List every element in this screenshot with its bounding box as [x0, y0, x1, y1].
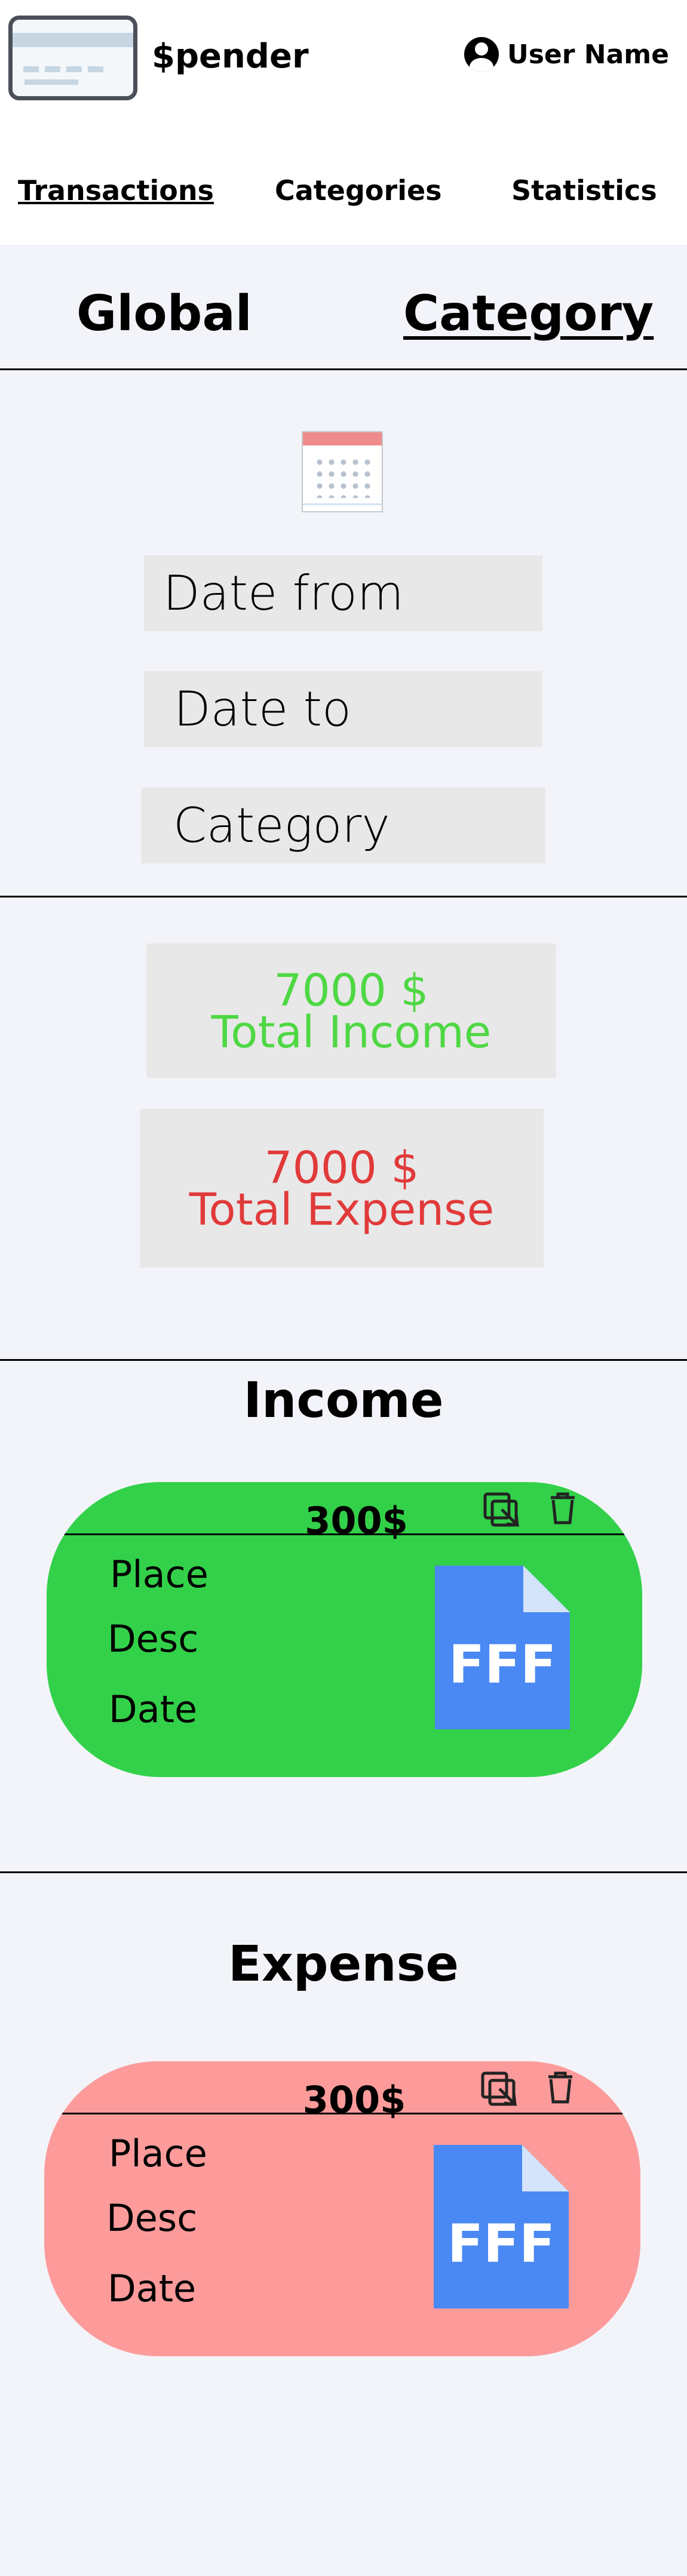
total-income-amount: 7000 $	[274, 965, 429, 1016]
divider	[0, 896, 687, 897]
file-icon-label: FFF	[447, 2213, 555, 2274]
income-title: Income	[243, 1372, 444, 1429]
income-card[interactable]: 300$ Place Desc Date FFF	[47, 1482, 642, 1777]
copy-icon[interactable]	[480, 2071, 519, 2108]
file-icon[interactable]: FFF	[435, 1566, 570, 1729]
total-expense-box: 7000 $ Total Expense	[140, 1109, 544, 1268]
card-divider	[50, 2113, 634, 2114]
total-income-box: 7000 $ Total Income	[146, 943, 556, 1078]
expense-card-date: Date	[108, 2267, 197, 2310]
tab-category[interactable]: Category	[403, 285, 654, 342]
total-income-label: Total Income	[211, 1007, 492, 1058]
income-card-date: Date	[109, 1687, 198, 1731]
trash-icon[interactable]	[548, 1492, 577, 1525]
file-icon[interactable]: FFF	[434, 2145, 569, 2308]
income-card-desc: Desc	[108, 1617, 199, 1661]
user-name: User Name	[507, 39, 669, 70]
app-logo-card-icon[interactable]	[8, 16, 137, 100]
tab-global[interactable]: Global	[76, 285, 252, 342]
expense-card-place: Place	[109, 2132, 207, 2175]
category-field[interactable]: Category	[141, 788, 545, 863]
nav-categories[interactable]: Categories	[275, 174, 442, 207]
nav-statistics[interactable]: Statistics	[511, 174, 657, 207]
app-header: $pender User Name Transactions Categorie…	[0, 0, 687, 245]
date-to-field[interactable]: Date to	[144, 671, 542, 747]
total-expense-label: Total Expense	[189, 1184, 495, 1235]
divider	[0, 1359, 687, 1361]
user-avatar-icon	[464, 37, 499, 72]
expense-card-desc: Desc	[106, 2196, 198, 2240]
divider	[0, 368, 687, 370]
card-divider	[53, 1533, 636, 1535]
divider	[0, 1871, 687, 1873]
trash-icon[interactable]	[546, 2071, 575, 2104]
total-expense-amount: 7000 $	[264, 1142, 419, 1194]
expense-card[interactable]: 300$ Place Desc Date FFF	[44, 2061, 640, 2356]
copy-icon[interactable]	[483, 1492, 521, 1529]
user-menu[interactable]: User Name	[464, 37, 669, 72]
file-icon-label: FFF	[449, 1634, 556, 1695]
income-card-place: Place	[110, 1553, 208, 1596]
calendar-icon[interactable]	[302, 431, 383, 512]
date-from-field[interactable]: Date from	[144, 555, 542, 631]
nav-transactions[interactable]: Transactions	[18, 174, 214, 207]
app-name: $pender	[152, 37, 309, 76]
expense-title: Expense	[228, 1936, 459, 1993]
